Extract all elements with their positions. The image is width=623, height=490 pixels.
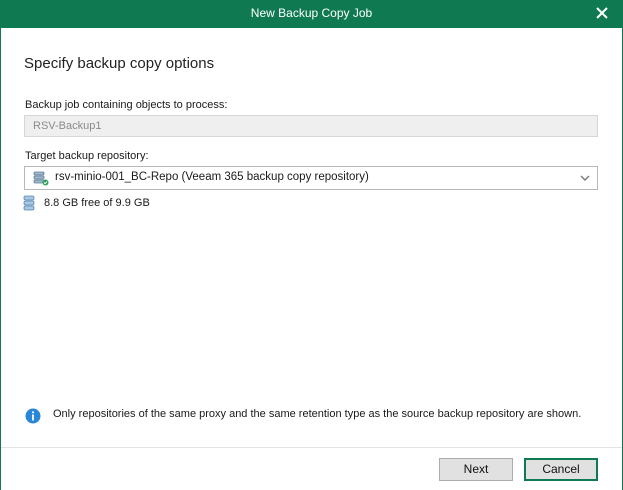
target-repository-select[interactable]: rsv-minio-001_BC-Repo (Veeam 365 backup …	[24, 166, 598, 190]
button-bar: Next Cancel	[1, 447, 622, 490]
target-repository-value: rsv-minio-001_BC-Repo (Veeam 365 backup …	[55, 171, 369, 183]
close-icon[interactable]	[594, 5, 610, 21]
chevron-down-icon[interactable]	[579, 173, 591, 183]
info-icon	[25, 408, 41, 424]
free-space-text: 8.8 GB free of 9.9 GB	[44, 197, 150, 209]
content-area: Backup job containing objects to process…	[1, 91, 622, 447]
source-job-label: Backup job containing objects to process…	[25, 99, 228, 111]
database-icon	[23, 195, 35, 211]
info-text: Only repositories of the same proxy and …	[53, 408, 582, 420]
repository-icon	[33, 171, 49, 186]
window-title: New Backup Copy Job	[250, 6, 373, 20]
new-backup-copy-job-dialog: New Backup Copy Job Specify backup copy …	[0, 0, 623, 490]
cancel-button[interactable]: Cancel	[524, 458, 598, 481]
page-title: Specify backup copy options	[24, 55, 215, 72]
target-repository-label: Target backup repository:	[25, 150, 149, 162]
title-bar[interactable]: New Backup Copy Job	[1, 1, 622, 28]
next-button[interactable]: Next	[439, 458, 513, 481]
source-job-field: RSV-Backup1	[24, 115, 598, 137]
page-header: Specify backup copy options	[1, 28, 622, 91]
